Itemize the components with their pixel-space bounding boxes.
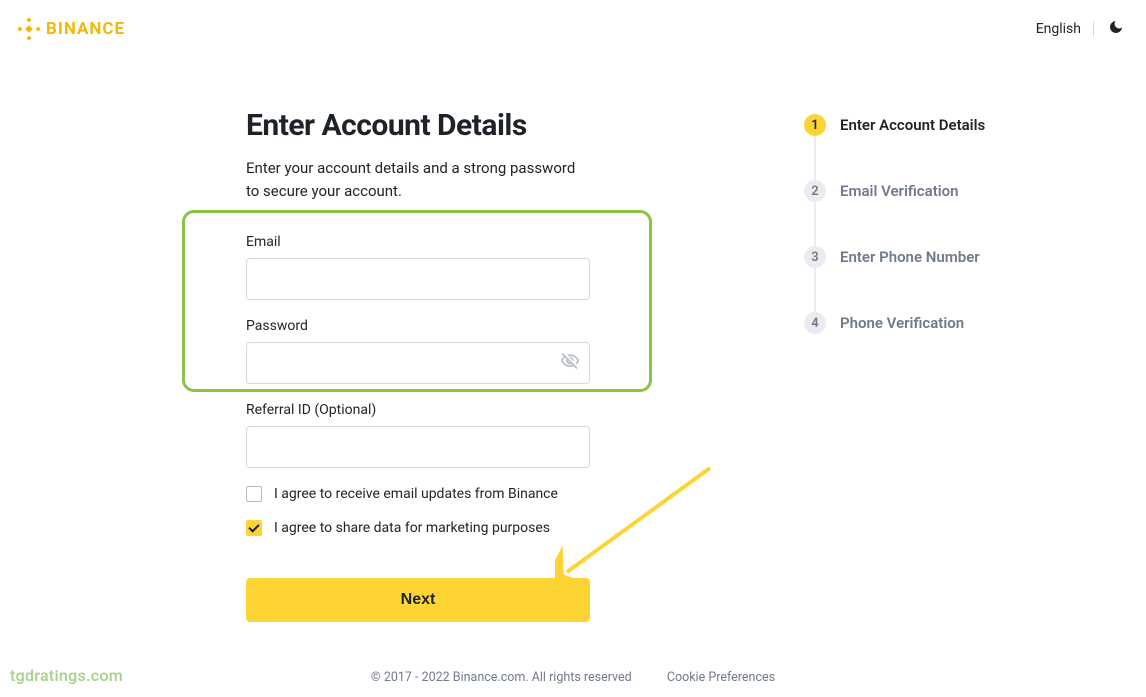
- referral-label: Referral ID (Optional): [246, 402, 590, 418]
- step-connector: [814, 136, 816, 180]
- step-1-number: 1: [804, 114, 826, 136]
- page-subtitle: Enter your account details and a strong …: [246, 157, 590, 204]
- eye-off-icon: [560, 351, 580, 371]
- toggle-password-visibility[interactable]: [560, 351, 580, 375]
- page-title: Enter Account Details: [246, 108, 590, 143]
- step-connector: [814, 268, 816, 312]
- agree-emails-checkbox[interactable]: [246, 486, 262, 502]
- footer-copyright: © 2017 - 2022 Binance.com. All rights re…: [371, 670, 632, 685]
- steps-sidebar: 1 Enter Account Details 2 Email Verifica…: [590, 108, 985, 622]
- binance-diamond-icon: [18, 18, 40, 40]
- password-label: Password: [246, 318, 590, 334]
- password-input[interactable]: [246, 342, 590, 384]
- step-connector: [814, 202, 816, 246]
- theme-toggle[interactable]: [1108, 19, 1124, 39]
- language-selector[interactable]: English: [1036, 21, 1094, 37]
- step-3-number: 3: [804, 246, 826, 268]
- agree-emails-label: I agree to receive email updates from Bi…: [274, 486, 558, 502]
- next-button[interactable]: Next: [246, 578, 590, 622]
- email-input[interactable]: [246, 258, 590, 300]
- step-4: 4 Phone Verification: [804, 312, 985, 334]
- step-3-label: Enter Phone Number: [840, 248, 980, 266]
- email-label: Email: [246, 234, 590, 250]
- step-2: 2 Email Verification: [804, 180, 985, 202]
- cookie-preferences-link[interactable]: Cookie Preferences: [667, 670, 775, 685]
- brand-text: BINANCE: [46, 19, 125, 39]
- agree-marketing-label: I agree to share data for marketing purp…: [274, 520, 550, 536]
- moon-icon: [1108, 19, 1124, 35]
- step-1-label: Enter Account Details: [840, 116, 985, 134]
- footer: © 2017 - 2022 Binance.com. All rights re…: [0, 670, 1146, 685]
- referral-input[interactable]: [246, 426, 590, 468]
- step-3: 3 Enter Phone Number: [804, 246, 985, 268]
- step-2-number: 2: [804, 180, 826, 202]
- step-2-label: Email Verification: [840, 182, 959, 200]
- watermark: tgdratings.com: [10, 666, 123, 685]
- agree-marketing-checkbox[interactable]: [246, 520, 262, 536]
- step-4-number: 4: [804, 312, 826, 334]
- step-4-label: Phone Verification: [840, 314, 964, 332]
- binance-logo[interactable]: BINANCE: [18, 18, 125, 40]
- step-1: 1 Enter Account Details: [804, 114, 985, 136]
